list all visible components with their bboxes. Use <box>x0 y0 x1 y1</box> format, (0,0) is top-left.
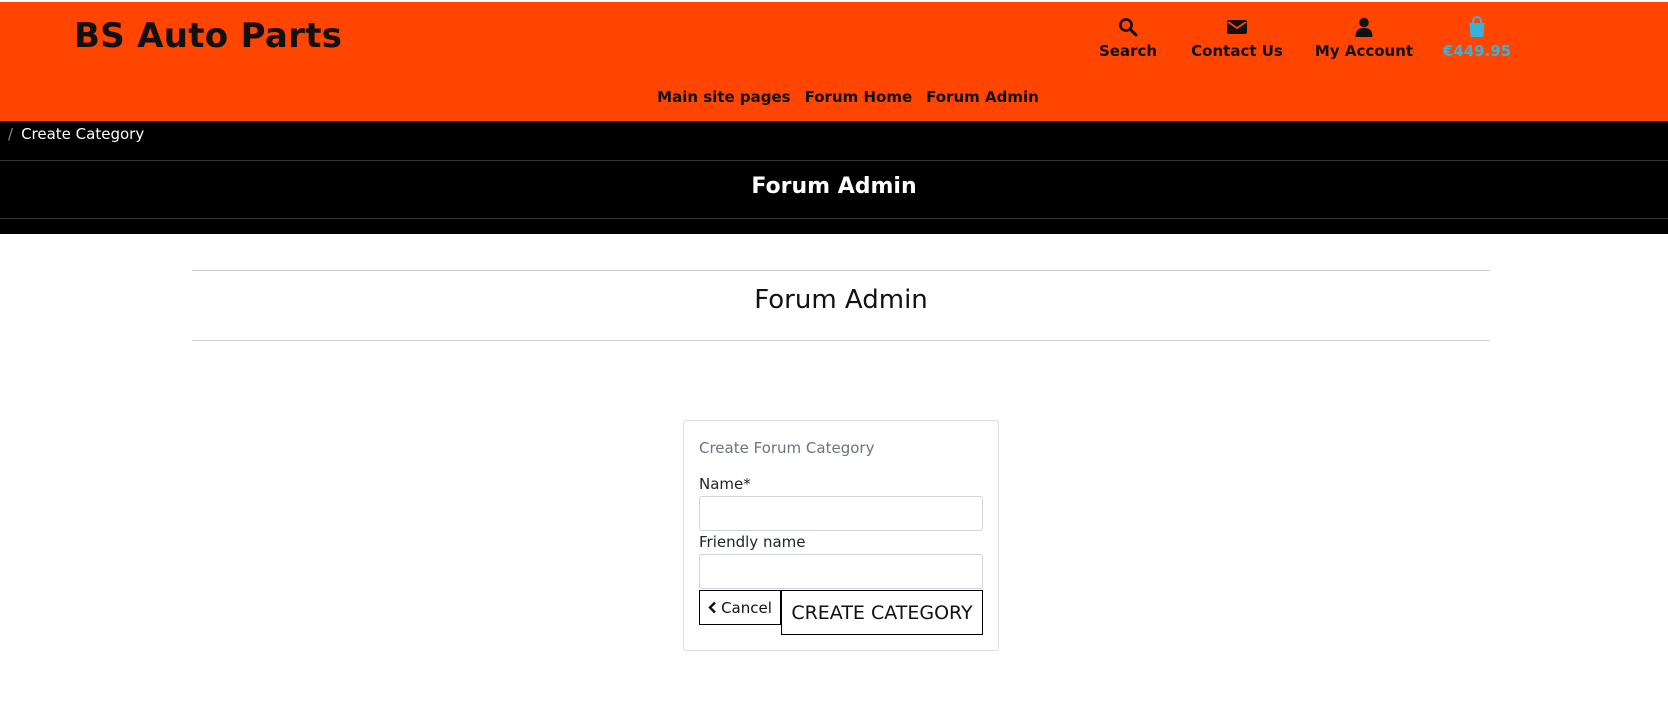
name-input[interactable] <box>699 496 983 531</box>
shopping-bag-icon <box>1466 16 1488 38</box>
breadcrumb-separator: / <box>8 125 14 143</box>
page-banner: / Create Category Forum Admin <box>0 122 1668 234</box>
breadcrumb: / Create Category <box>8 125 144 143</box>
chevron-left-icon <box>708 601 717 614</box>
create-category-card: Create Forum Category Name* Friendly nam… <box>683 420 999 651</box>
my-account-link[interactable]: My Account <box>1315 16 1413 60</box>
name-label: Name* <box>699 475 751 493</box>
my-account-label: My Account <box>1314 42 1414 60</box>
cart-link[interactable]: €449.95 <box>1443 16 1511 60</box>
search-link[interactable]: Search <box>1098 16 1158 60</box>
search-label: Search <box>1098 42 1158 60</box>
card-title: Create Forum Category <box>699 439 875 457</box>
contact-us-label: Contact Us <box>1191 42 1283 60</box>
main-nav: Main site pages Forum Home Forum Admin <box>0 88 1668 106</box>
nav-forum-home[interactable]: Forum Home <box>805 88 913 106</box>
user-icon <box>1353 16 1375 38</box>
contact-us-link[interactable]: Contact Us <box>1191 16 1283 60</box>
search-icon <box>1117 16 1139 38</box>
create-category-button[interactable]: CREATE CATEGORY <box>781 590 983 635</box>
site-logo[interactable]: BS Auto Parts <box>74 16 342 56</box>
site-header: BS Auto Parts Search Contact Us My Accou… <box>0 2 1668 122</box>
envelope-icon <box>1226 16 1248 38</box>
cancel-label: Cancel <box>721 598 772 617</box>
nav-main-site-pages[interactable]: Main site pages <box>657 88 790 106</box>
section-divider-top <box>192 270 1490 271</box>
friendly-name-label: Friendly name <box>699 533 806 551</box>
friendly-name-input[interactable] <box>699 554 983 589</box>
breadcrumb-current: Create Category <box>21 125 145 143</box>
banner-divider-top <box>0 160 1668 161</box>
page-title: Forum Admin <box>754 285 928 315</box>
section-divider-bottom <box>192 340 1490 341</box>
cancel-button[interactable]: Cancel <box>699 590 781 625</box>
nav-forum-admin[interactable]: Forum Admin <box>926 88 1039 106</box>
banner-title: Forum Admin <box>751 174 917 199</box>
banner-divider-bottom <box>0 218 1668 219</box>
cart-total: €449.95 <box>1442 42 1512 60</box>
